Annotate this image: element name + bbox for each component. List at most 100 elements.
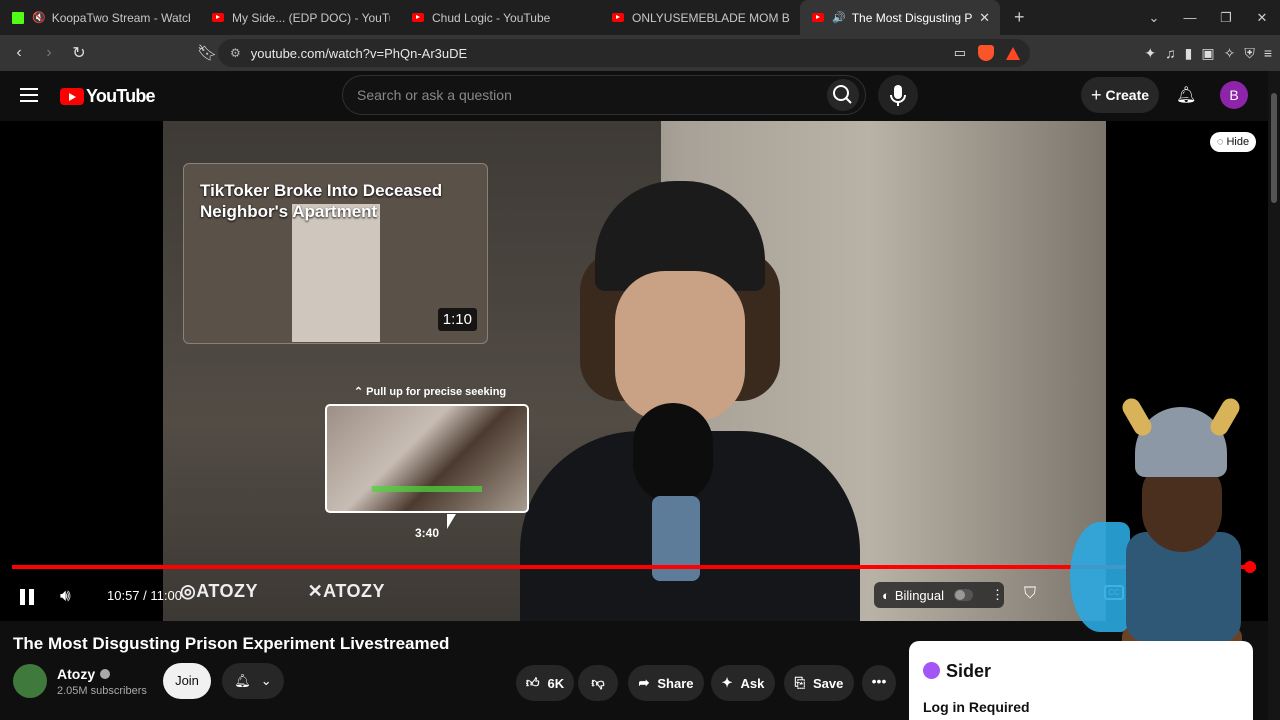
extensions-icon[interactable]: ✦: [1144, 45, 1156, 62]
search-placeholder: Search or ask a question: [357, 87, 512, 103]
site-info-icon[interactable]: ⚙︎: [230, 46, 241, 60]
share-label: Share: [657, 675, 694, 691]
page-scrollbar[interactable]: [1268, 71, 1280, 720]
sidebar-icon[interactable]: ▮: [1185, 45, 1193, 62]
browser-tab-youtube-1[interactable]: My Side... (EDP DOC) - YouTube: [200, 0, 400, 35]
extensions-area: ✦ ♫ ▮ ▣ ✧ ⛨ ≡: [1144, 35, 1272, 71]
maximize-button[interactable]: ❐: [1208, 10, 1244, 26]
create-button[interactable]: + Create: [1081, 77, 1159, 113]
chevron-up-icon: ⌃: [353, 386, 367, 398]
leo-ai-icon[interactable]: ✧: [1224, 45, 1236, 62]
account-avatar[interactable]: B: [1220, 81, 1248, 109]
reload-button[interactable]: ↻: [66, 43, 92, 63]
close-tab-icon[interactable]: ✕: [979, 10, 990, 26]
subscriber-count: 2.05M subscribers: [57, 685, 147, 697]
logo-text: YouTube: [86, 86, 156, 106]
ask-label: Ask: [740, 675, 765, 691]
brave-shields-icon[interactable]: [978, 45, 994, 61]
tab-strip: 🔇 KoopaTwo Stream - Watch Live o My Side…: [0, 0, 1280, 35]
bookmark-icon[interactable]: 🔖︎: [194, 43, 220, 63]
kick-icon: [12, 11, 24, 24]
youtube-favicon-icon: [412, 13, 424, 22]
browser-tab-youtube-3[interactable]: ONLYUSEMEBLADE MOM BREAKS D: [600, 0, 800, 35]
channel-name[interactable]: Atozy: [57, 666, 111, 682]
endscreen-video-card[interactable]: TikToker Broke Into Deceased Neighbor's …: [183, 163, 488, 344]
guide-menu-icon[interactable]: [20, 88, 38, 102]
thumbs-up-icon: 👍︎: [525, 675, 540, 690]
like-button[interactable]: 👍︎ 6K: [516, 665, 574, 701]
youtube-favicon-icon: [812, 13, 824, 22]
tab-title: Chud Logic - YouTube: [432, 10, 551, 25]
share-icon: ➦: [638, 675, 650, 690]
audio-playing-icon[interactable]: 🔊: [832, 11, 846, 24]
notifications-bell-icon[interactable]: 🔔︎: [1176, 85, 1196, 105]
endcard-duration: 1:10: [437, 308, 477, 331]
bilingual-switch[interactable]: [954, 589, 973, 601]
instagram-watermark: ◎ATOZY: [180, 581, 259, 601]
forward-button[interactable]: ›: [36, 44, 62, 62]
search-button[interactable]: [827, 79, 859, 111]
sider-panel[interactable]: Sider Log in Required: [909, 641, 1253, 720]
more-options-icon[interactable]: ⋮: [991, 587, 1004, 603]
channel-avatar[interactable]: [13, 664, 47, 698]
volume-icon[interactable]: 🔊︎: [60, 586, 71, 606]
sider-brand: Sider: [946, 661, 992, 681]
brave-rewards-icon[interactable]: [1006, 46, 1020, 60]
verified-badge-icon: [100, 669, 111, 679]
new-tab-button[interactable]: +: [1014, 7, 1025, 28]
plus-icon: +: [1090, 84, 1102, 105]
media-icon[interactable]: ♫: [1165, 45, 1176, 61]
muted-audio-icon[interactable]: 🔇: [32, 11, 46, 24]
bilingual-subtitle-toggle[interactable]: ◐ Bilingual ⋮: [874, 582, 1004, 608]
video-title: The Most Disgusting Prison Experiment Li…: [13, 634, 450, 653]
pause-button[interactable]: [20, 589, 34, 605]
dislike-button[interactable]: 👎︎: [578, 665, 618, 701]
sponsorblock-icon[interactable]: ⛉: [1024, 585, 1036, 603]
ask-button[interactable]: ✦ Ask: [711, 665, 775, 701]
search-input[interactable]: Search or ask a question: [342, 75, 866, 115]
seek-preview-time: 3:40: [414, 526, 440, 540]
chevron-down-icon: ⌄: [260, 673, 272, 688]
youtube-logo[interactable]: YouTube: [60, 86, 156, 107]
streamer-figure: [520, 181, 910, 621]
back-button[interactable]: ‹: [6, 44, 32, 62]
channel-name-text: Atozy: [57, 666, 96, 682]
save-button[interactable]: ⎘ Save: [784, 665, 854, 701]
tab-search-icon[interactable]: ⌄: [1136, 10, 1172, 26]
subscription-bell-button[interactable]: 🔔︎ ⌄: [222, 663, 284, 699]
endcard-thumbnail: [292, 204, 380, 342]
address-bar[interactable]: ⚙︎ youtube.com/watch?v=PhQn-Ar3uDE ▭: [218, 39, 1030, 67]
vpn-icon[interactable]: ⛨: [1244, 45, 1255, 62]
translate-icon: ◐: [882, 587, 890, 603]
tab-title: ONLYUSEMEBLADE MOM BREAKS D: [632, 10, 790, 25]
thumbs-down-icon: 👎︎: [591, 675, 605, 690]
browser-tab-active[interactable]: 🔊 The Most Disgusting Prison E ✕: [800, 0, 1000, 35]
join-button[interactable]: Join: [163, 663, 211, 699]
cast-icon[interactable]: ▭: [954, 45, 966, 61]
youtube-header: YouTube Search or ask a question + Creat…: [0, 71, 1280, 121]
sider-logo: Sider: [923, 661, 991, 682]
save-label: Save: [813, 675, 844, 691]
seek-hint-text: Pull up for precise seeking: [366, 386, 507, 398]
like-count: 6K: [547, 675, 565, 691]
window-controls: ⌄ — ❐ ✕: [1136, 0, 1280, 35]
hide-button[interactable]: ◌ Hide: [1210, 132, 1256, 152]
close-window-button[interactable]: ✕: [1244, 10, 1280, 26]
sider-login-required: Log in Required: [923, 699, 1030, 715]
minimize-button[interactable]: —: [1172, 10, 1208, 25]
x-watermark: ✕ATOZY: [307, 581, 386, 601]
create-label: Create: [1105, 87, 1150, 103]
youtube-favicon-icon: [212, 13, 224, 22]
browser-tab-kick[interactable]: 🔇 KoopaTwo Stream - Watch Live o: [0, 0, 200, 35]
scrollbar-thumb[interactable]: [1271, 93, 1277, 203]
wallet-icon[interactable]: ▣: [1201, 45, 1214, 62]
voice-search-button[interactable]: [878, 75, 918, 115]
menu-icon[interactable]: ≡: [1264, 45, 1272, 61]
share-button[interactable]: ➦ Share: [628, 665, 704, 701]
microphone-icon: [890, 85, 906, 106]
browser-tab-youtube-2[interactable]: Chud Logic - YouTube: [400, 0, 600, 35]
seek-preview-thumbnail: [325, 404, 529, 513]
more-actions-button[interactable]: •••: [862, 665, 896, 701]
navigation-bar: ‹ › ↻ 🔖︎ ⚙︎ youtube.com/watch?v=PhQn-Ar3…: [0, 35, 1280, 71]
tab-title: My Side... (EDP DOC) - YouTube: [232, 10, 390, 25]
